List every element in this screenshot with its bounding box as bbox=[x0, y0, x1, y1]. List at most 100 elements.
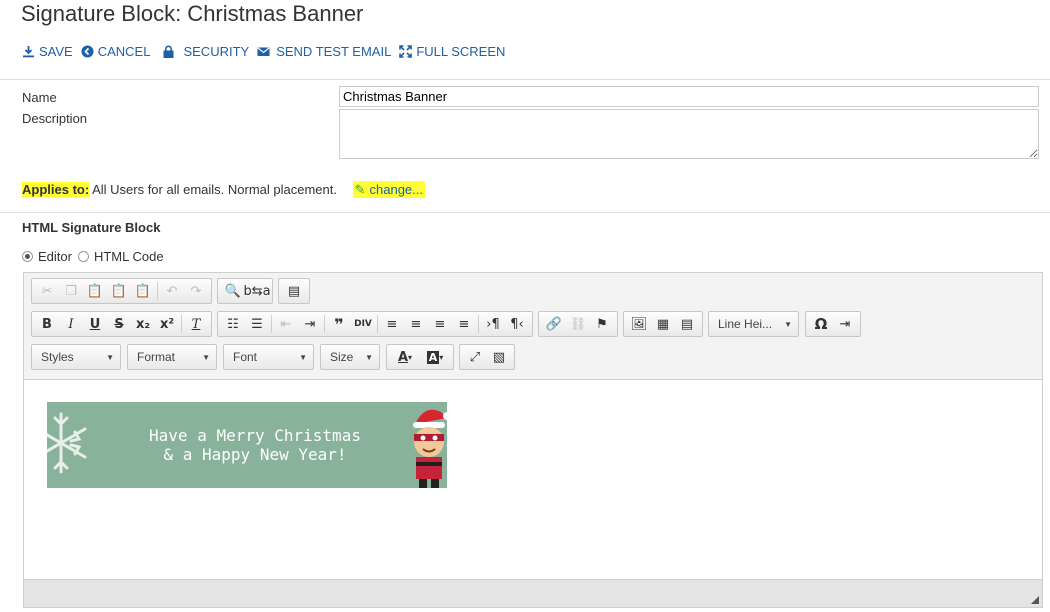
select-all-icon[interactable]: ▤ bbox=[282, 280, 306, 302]
applies-to-text: All Users for all emails. Normal placeme… bbox=[92, 182, 337, 197]
text-color-icon[interactable]: A ▾ bbox=[390, 346, 420, 368]
superscript-icon[interactable]: x² bbox=[155, 313, 179, 335]
size-label: Size bbox=[330, 350, 354, 364]
send-test-email-button[interactable]: SEND TEST EMAIL bbox=[257, 44, 391, 59]
separator bbox=[271, 315, 272, 333]
separator bbox=[324, 315, 325, 333]
copy-icon[interactable]: ❐ bbox=[59, 280, 83, 302]
page-title: Signature Block: Christmas Banner bbox=[21, 1, 364, 26]
cut-icon[interactable]: ✂ bbox=[35, 280, 59, 302]
chevron-down-icon: ▼ bbox=[299, 352, 307, 362]
anchor-flag-icon[interactable]: ⚑ bbox=[590, 313, 614, 335]
background-color-icon[interactable]: A ▾ bbox=[420, 346, 450, 368]
colors-group: A ▾ A ▾ bbox=[386, 344, 454, 370]
save-button[interactable]: SAVE bbox=[22, 44, 73, 59]
back-arrow-icon bbox=[81, 45, 94, 58]
underline-icon[interactable]: U bbox=[83, 313, 107, 335]
chevron-down-icon: ▼ bbox=[784, 319, 792, 329]
security-button[interactable]: SECURITY bbox=[162, 44, 249, 59]
editor-radio[interactable] bbox=[22, 251, 33, 262]
paste-icon[interactable]: 📋 bbox=[83, 280, 107, 302]
outdent-icon[interactable]: ⇤ bbox=[274, 313, 298, 335]
divider bbox=[0, 79, 1050, 80]
toolbar-row-1: ✂ ❐ 📋 📋 📋 ↶ ↷ 🔍 b⇆a ▤ bbox=[31, 278, 315, 304]
justify-icon[interactable]: ≡ bbox=[452, 313, 476, 335]
align-center-icon[interactable]: ≡ bbox=[404, 313, 428, 335]
styles-label: Styles bbox=[41, 350, 74, 364]
special-character-icon[interactable]: Ω bbox=[809, 313, 833, 335]
html-code-radio[interactable] bbox=[77, 251, 89, 262]
editor-radio-label[interactable]: Editor bbox=[38, 249, 72, 264]
full-screen-button[interactable]: FULL SCREEN bbox=[399, 44, 505, 59]
font-label: Font bbox=[233, 350, 258, 364]
image-icon[interactable]: 🖼 bbox=[627, 313, 651, 335]
text-direction-rtl-icon[interactable]: ¶‹ bbox=[505, 313, 529, 335]
div-container-icon[interactable]: DIV bbox=[351, 313, 375, 335]
change-label: change... bbox=[369, 182, 424, 197]
lock-icon bbox=[163, 45, 174, 58]
santa-character-icon bbox=[413, 409, 447, 488]
maximize-icon[interactable]: ⤢ bbox=[463, 346, 487, 368]
chevron-down-icon: ▼ bbox=[106, 352, 114, 362]
mode-radio-group: Editor HTML Code bbox=[22, 249, 170, 264]
show-blocks-icon[interactable]: ▧ bbox=[487, 346, 511, 368]
editor-status-bar bbox=[24, 579, 1042, 607]
cancel-button[interactable]: CANCEL bbox=[81, 44, 151, 59]
replace-icon[interactable]: b⇆a bbox=[243, 280, 270, 302]
clipboard-group: ✂ ❐ 📋 📋 📋 ↶ ↷ bbox=[31, 278, 212, 304]
description-field[interactable] bbox=[339, 109, 1039, 159]
redo-icon[interactable]: ↷ bbox=[184, 280, 208, 302]
numbered-list-icon[interactable]: ☷ bbox=[221, 313, 245, 335]
download-icon bbox=[23, 46, 34, 58]
paragraph-group: ☷ ☰ ⇤ ⇥ ❞ DIV ≡ ≡ ≡ ≡ ›¶ ¶‹ bbox=[217, 311, 533, 337]
blockquote-icon[interactable]: ❞ bbox=[327, 313, 351, 335]
align-left-icon[interactable]: ≡ bbox=[380, 313, 404, 335]
paste-word-icon[interactable]: 📋 bbox=[131, 280, 155, 302]
styles-select[interactable]: Styles ▼ bbox=[31, 344, 121, 370]
paste-text-icon[interactable]: 📋 bbox=[107, 280, 131, 302]
banner-text: Have a Merry Christmas & a Happy New Yea… bbox=[135, 426, 375, 464]
full-screen-label: FULL SCREEN bbox=[416, 44, 506, 59]
chevron-down-icon: ▼ bbox=[202, 352, 210, 362]
divider bbox=[0, 212, 1050, 213]
expand-icon bbox=[399, 45, 413, 58]
security-label: SECURITY bbox=[183, 44, 250, 59]
bold-icon[interactable]: B bbox=[35, 313, 59, 335]
resize-handle-icon[interactable] bbox=[1031, 596, 1039, 604]
cancel-label: CANCEL bbox=[97, 44, 151, 59]
undo-icon[interactable]: ↶ bbox=[160, 280, 184, 302]
chevron-down-icon: ▼ bbox=[365, 352, 373, 362]
line-height-select[interactable]: Line Hei... ▼ bbox=[708, 311, 799, 337]
page-break-icon[interactable]: ⇥ bbox=[833, 313, 857, 335]
subscript-icon[interactable]: x₂ bbox=[131, 313, 155, 335]
toolbar-row-2: B I U S x₂ x² T ☷ ☰ ⇤ ⇥ ❞ DIV ≡ ≡ ≡ ≡ ›¶… bbox=[31, 311, 866, 337]
change-link[interactable]: ✎ change... bbox=[352, 181, 426, 198]
indent-icon[interactable]: ⇥ bbox=[298, 313, 322, 335]
text-direction-ltr-icon[interactable]: ›¶ bbox=[481, 313, 505, 335]
links-group: 🔗 ⛓ ⚑ bbox=[538, 311, 618, 337]
send-test-email-label: SEND TEST EMAIL bbox=[276, 44, 392, 59]
separator bbox=[478, 315, 479, 333]
align-right-icon[interactable]: ≡ bbox=[428, 313, 452, 335]
snowflake-icon bbox=[47, 412, 87, 474]
horizontal-line-icon[interactable]: ▤ bbox=[675, 313, 699, 335]
format-select[interactable]: Format ▼ bbox=[127, 344, 217, 370]
name-field[interactable] bbox=[339, 86, 1039, 107]
find-icon[interactable]: 🔍 bbox=[221, 280, 245, 302]
bulleted-list-icon[interactable]: ☰ bbox=[245, 313, 269, 335]
unlink-icon[interactable]: ⛓ bbox=[566, 313, 590, 335]
font-select[interactable]: Font ▼ bbox=[223, 344, 314, 370]
size-select[interactable]: Size ▼ bbox=[320, 344, 380, 370]
remove-format-icon[interactable]: T bbox=[184, 313, 208, 335]
editor-content-area[interactable]: Have a Merry Christmas & a Happy New Yea… bbox=[24, 379, 1042, 579]
italic-icon[interactable]: I bbox=[59, 313, 83, 335]
html-code-radio-label[interactable]: HTML Code bbox=[94, 249, 164, 264]
line-height-label: Line Hei... bbox=[718, 317, 773, 331]
strikethrough-icon[interactable]: S bbox=[107, 313, 131, 335]
link-icon[interactable]: 🔗 bbox=[542, 313, 566, 335]
envelope-icon bbox=[257, 47, 270, 56]
applies-to-label: Applies to: bbox=[22, 182, 90, 197]
table-icon[interactable]: ▦ bbox=[651, 313, 675, 335]
special-group: Ω ⇥ bbox=[805, 311, 861, 337]
separator bbox=[181, 315, 182, 333]
